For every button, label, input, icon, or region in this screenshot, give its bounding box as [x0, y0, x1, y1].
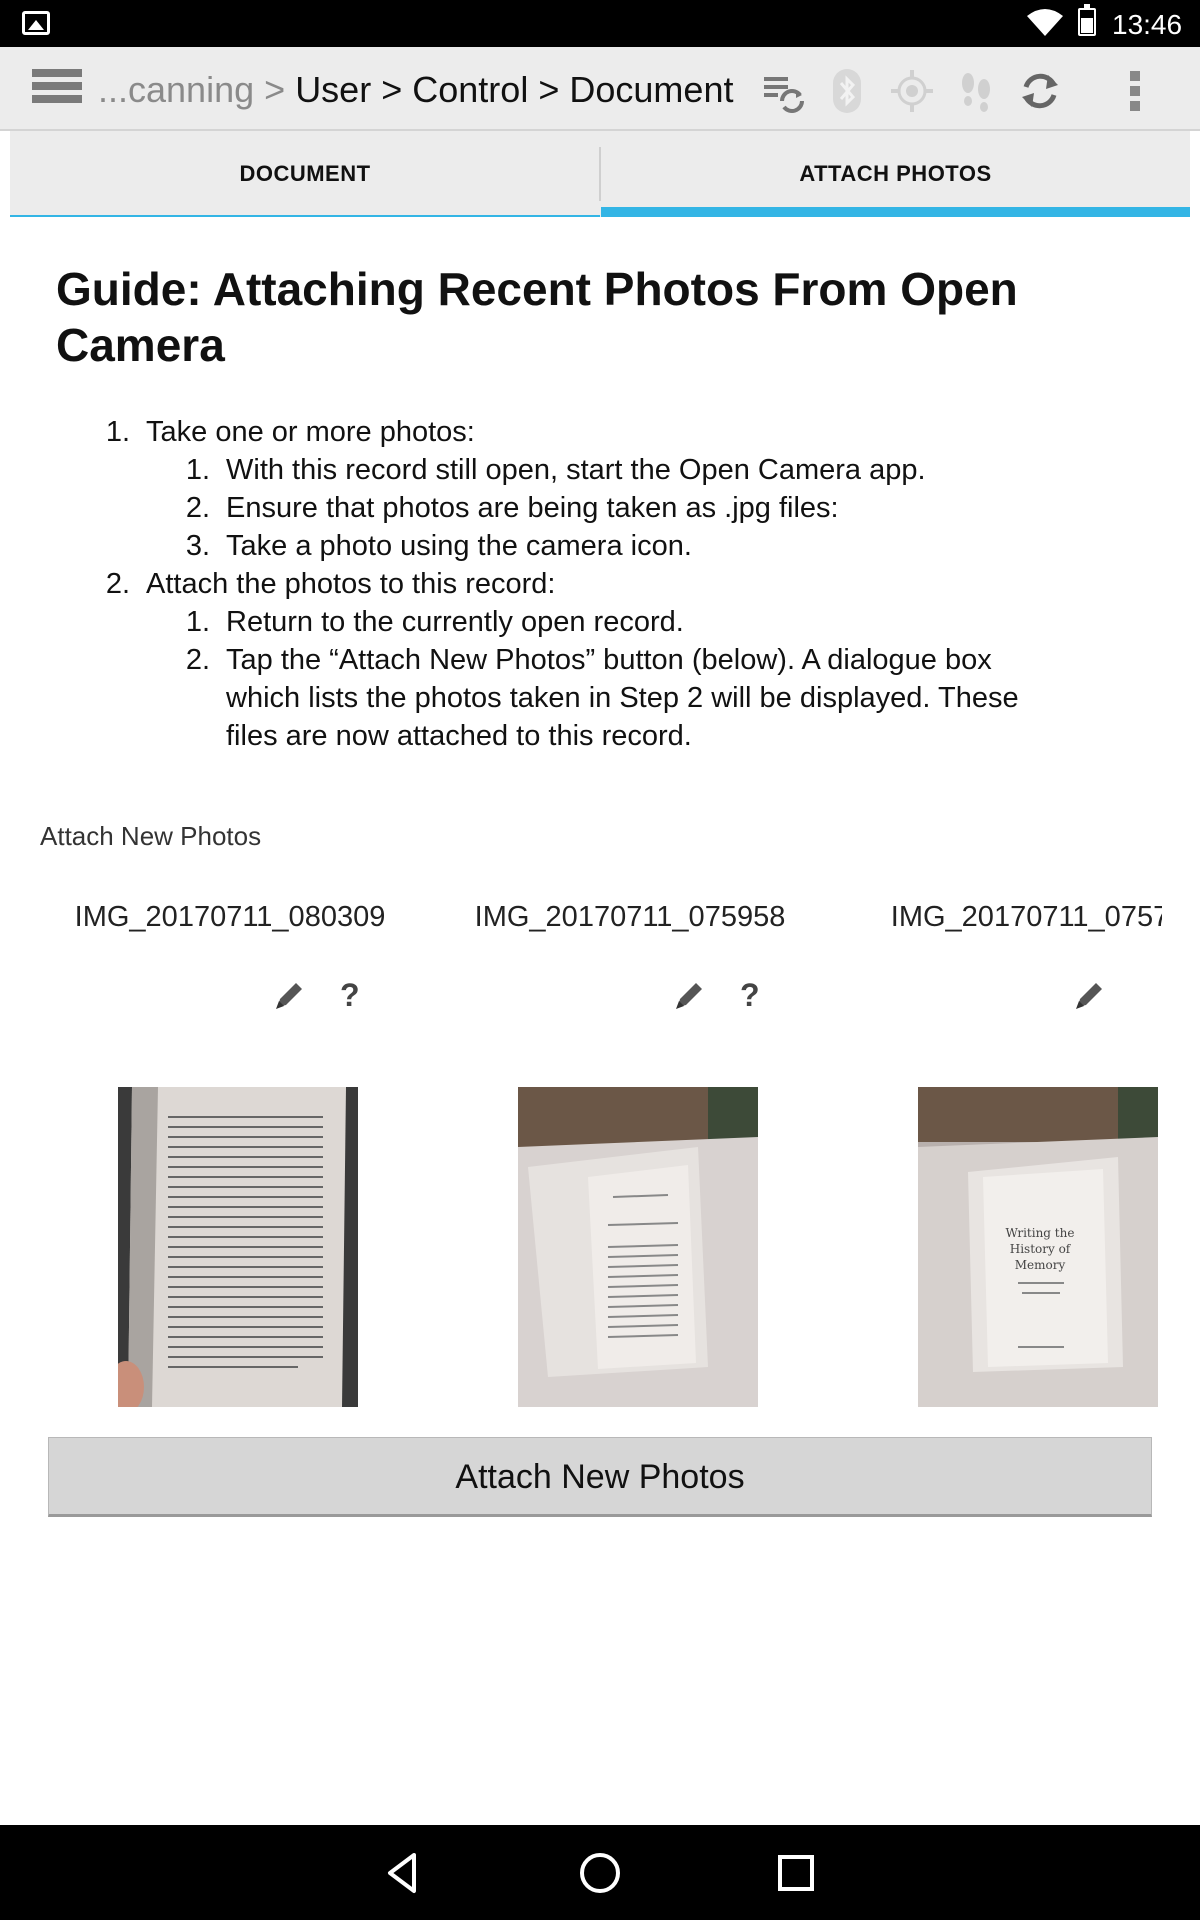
tab-selected-indicator	[601, 207, 1190, 217]
step-2-1: 1. Return to the currently open record.	[100, 603, 1019, 641]
substep-text: Ensure that photos are being taken as .j…	[226, 492, 839, 524]
attach-new-photos-button[interactable]: Attach New Photos	[48, 1437, 1152, 1517]
bluetooth-icon[interactable]	[823, 67, 871, 115]
step-1-3: 3. Take a photo using the camera icon.	[100, 527, 1019, 565]
photo-thumbnail[interactable]	[118, 1087, 358, 1407]
substep-text: Return to the currently open record.	[226, 606, 684, 638]
gps-icon[interactable]	[888, 67, 936, 115]
breadcrumb-item-user[interactable]: User	[295, 69, 371, 110]
step-1-1: 1. With this record still open, start th…	[100, 451, 1019, 489]
substep-number: 1.	[185, 454, 210, 486]
substep-text-line-2: which lists the photos taken in Step 2 w…	[226, 682, 1019, 714]
photo-item: IMG_20170711_080309 ?	[50, 897, 410, 1627]
step-number: 1.	[105, 416, 130, 448]
step-number: 2.	[105, 568, 130, 600]
step-2: 2. Attach the photos to this record:	[100, 565, 1019, 603]
footsteps-icon[interactable]	[952, 67, 1000, 115]
substep-text-line-1: Tap the “Attach New Photos” button (belo…	[226, 644, 992, 676]
help-icon[interactable]: ?	[740, 977, 760, 1014]
photo-filename: IMG_20170711_075958	[474, 901, 786, 933]
edit-pencil-icon[interactable]	[672, 977, 708, 1013]
breadcrumb-item-control[interactable]: Control	[412, 69, 528, 110]
clock: 13:46	[1112, 9, 1183, 40]
substep-text: With this record still open, start the O…	[226, 454, 926, 486]
refresh-icon[interactable]	[1016, 67, 1064, 115]
photo-item: IMG_20170711_075958 ?	[450, 897, 810, 1627]
tab-document[interactable]: DOCUMENT	[10, 131, 600, 217]
content-panel: Guide: Attaching Recent Photos From Open…	[10, 217, 1190, 1825]
edit-pencil-icon[interactable]	[1072, 977, 1108, 1013]
step-1-2: 2. Ensure that photos are being taken as…	[100, 489, 1019, 527]
breadcrumb-separator: >	[538, 69, 560, 110]
action-bar: ...canning > User > Control > Document	[0, 47, 1200, 131]
breadcrumb: ...canning > User > Control > Document	[98, 69, 733, 111]
guide-steps: 1. Take one or more photos: 1. With this…	[100, 413, 1019, 755]
step-1: 1. Take one or more photos:	[100, 413, 1019, 451]
edit-pencil-icon[interactable]	[272, 977, 308, 1013]
tab-bar: DOCUMENT ATTACH PHOTOS	[10, 131, 1190, 217]
picture-icon	[22, 11, 50, 35]
photo-thumbnail[interactable]	[518, 1087, 758, 1407]
step-text: Take one or more photos:	[146, 416, 475, 448]
photo-filename: IMG_20170711_0757	[890, 901, 1162, 933]
substep-number: 3.	[185, 530, 210, 562]
substep-text-line-3: files are now attached to this record.	[226, 720, 692, 752]
sync-list-icon[interactable]	[760, 67, 808, 115]
photo-filename: IMG_20170711_080309	[74, 901, 386, 933]
thumbnail-book-title-line-1: Writing the	[1006, 1226, 1075, 1240]
substep-number: 1.	[185, 606, 210, 638]
step-text: Attach the photos to this record:	[146, 568, 556, 600]
substep-number: 2.	[185, 492, 210, 524]
photo-thumbnail[interactable]: Writing the History of Memory	[918, 1087, 1158, 1407]
recents-icon[interactable]	[770, 1847, 822, 1899]
tab-attach-photos-label: ATTACH PHOTOS	[799, 161, 992, 186]
back-icon[interactable]	[378, 1847, 430, 1899]
thumbnail-book-title-line-2: History of	[1010, 1242, 1072, 1256]
navigation-bar	[0, 1825, 1200, 1920]
status-bar: 13:46	[0, 0, 1200, 47]
wifi-icon	[1027, 9, 1063, 36]
breadcrumb-separator: >	[264, 69, 286, 110]
tab-attach-photos[interactable]: ATTACH PHOTOS	[601, 131, 1190, 217]
menu-icon[interactable]	[32, 69, 82, 109]
substep-number: 2.	[185, 644, 210, 676]
photo-item: IMG_20170711_0757 Writing the History of…	[850, 897, 1162, 1627]
help-icon[interactable]: ?	[340, 977, 360, 1014]
step-2-2: 2. Tap the “Attach New Photos” button (b…	[100, 641, 1019, 755]
attach-section-label: Attach New Photos	[40, 821, 262, 851]
photo-strip[interactable]: IMG_20170711_080309 ? IMG_20170711_07595…	[50, 897, 1162, 1637]
overflow-menu-icon[interactable]	[1112, 67, 1160, 115]
substep-text: Take a photo using the camera icon.	[226, 530, 692, 562]
breadcrumb-separator: >	[381, 69, 403, 110]
guide-title: Guide: Attaching Recent Photos From Open…	[56, 263, 1018, 371]
thumbnail-book-title-line-3: Memory	[1015, 1258, 1066, 1272]
breadcrumb-truncated[interactable]: ...canning	[98, 69, 254, 110]
battery-icon	[1078, 4, 1096, 36]
home-icon[interactable]	[574, 1847, 626, 1899]
breadcrumb-item-document: Document	[569, 69, 734, 110]
